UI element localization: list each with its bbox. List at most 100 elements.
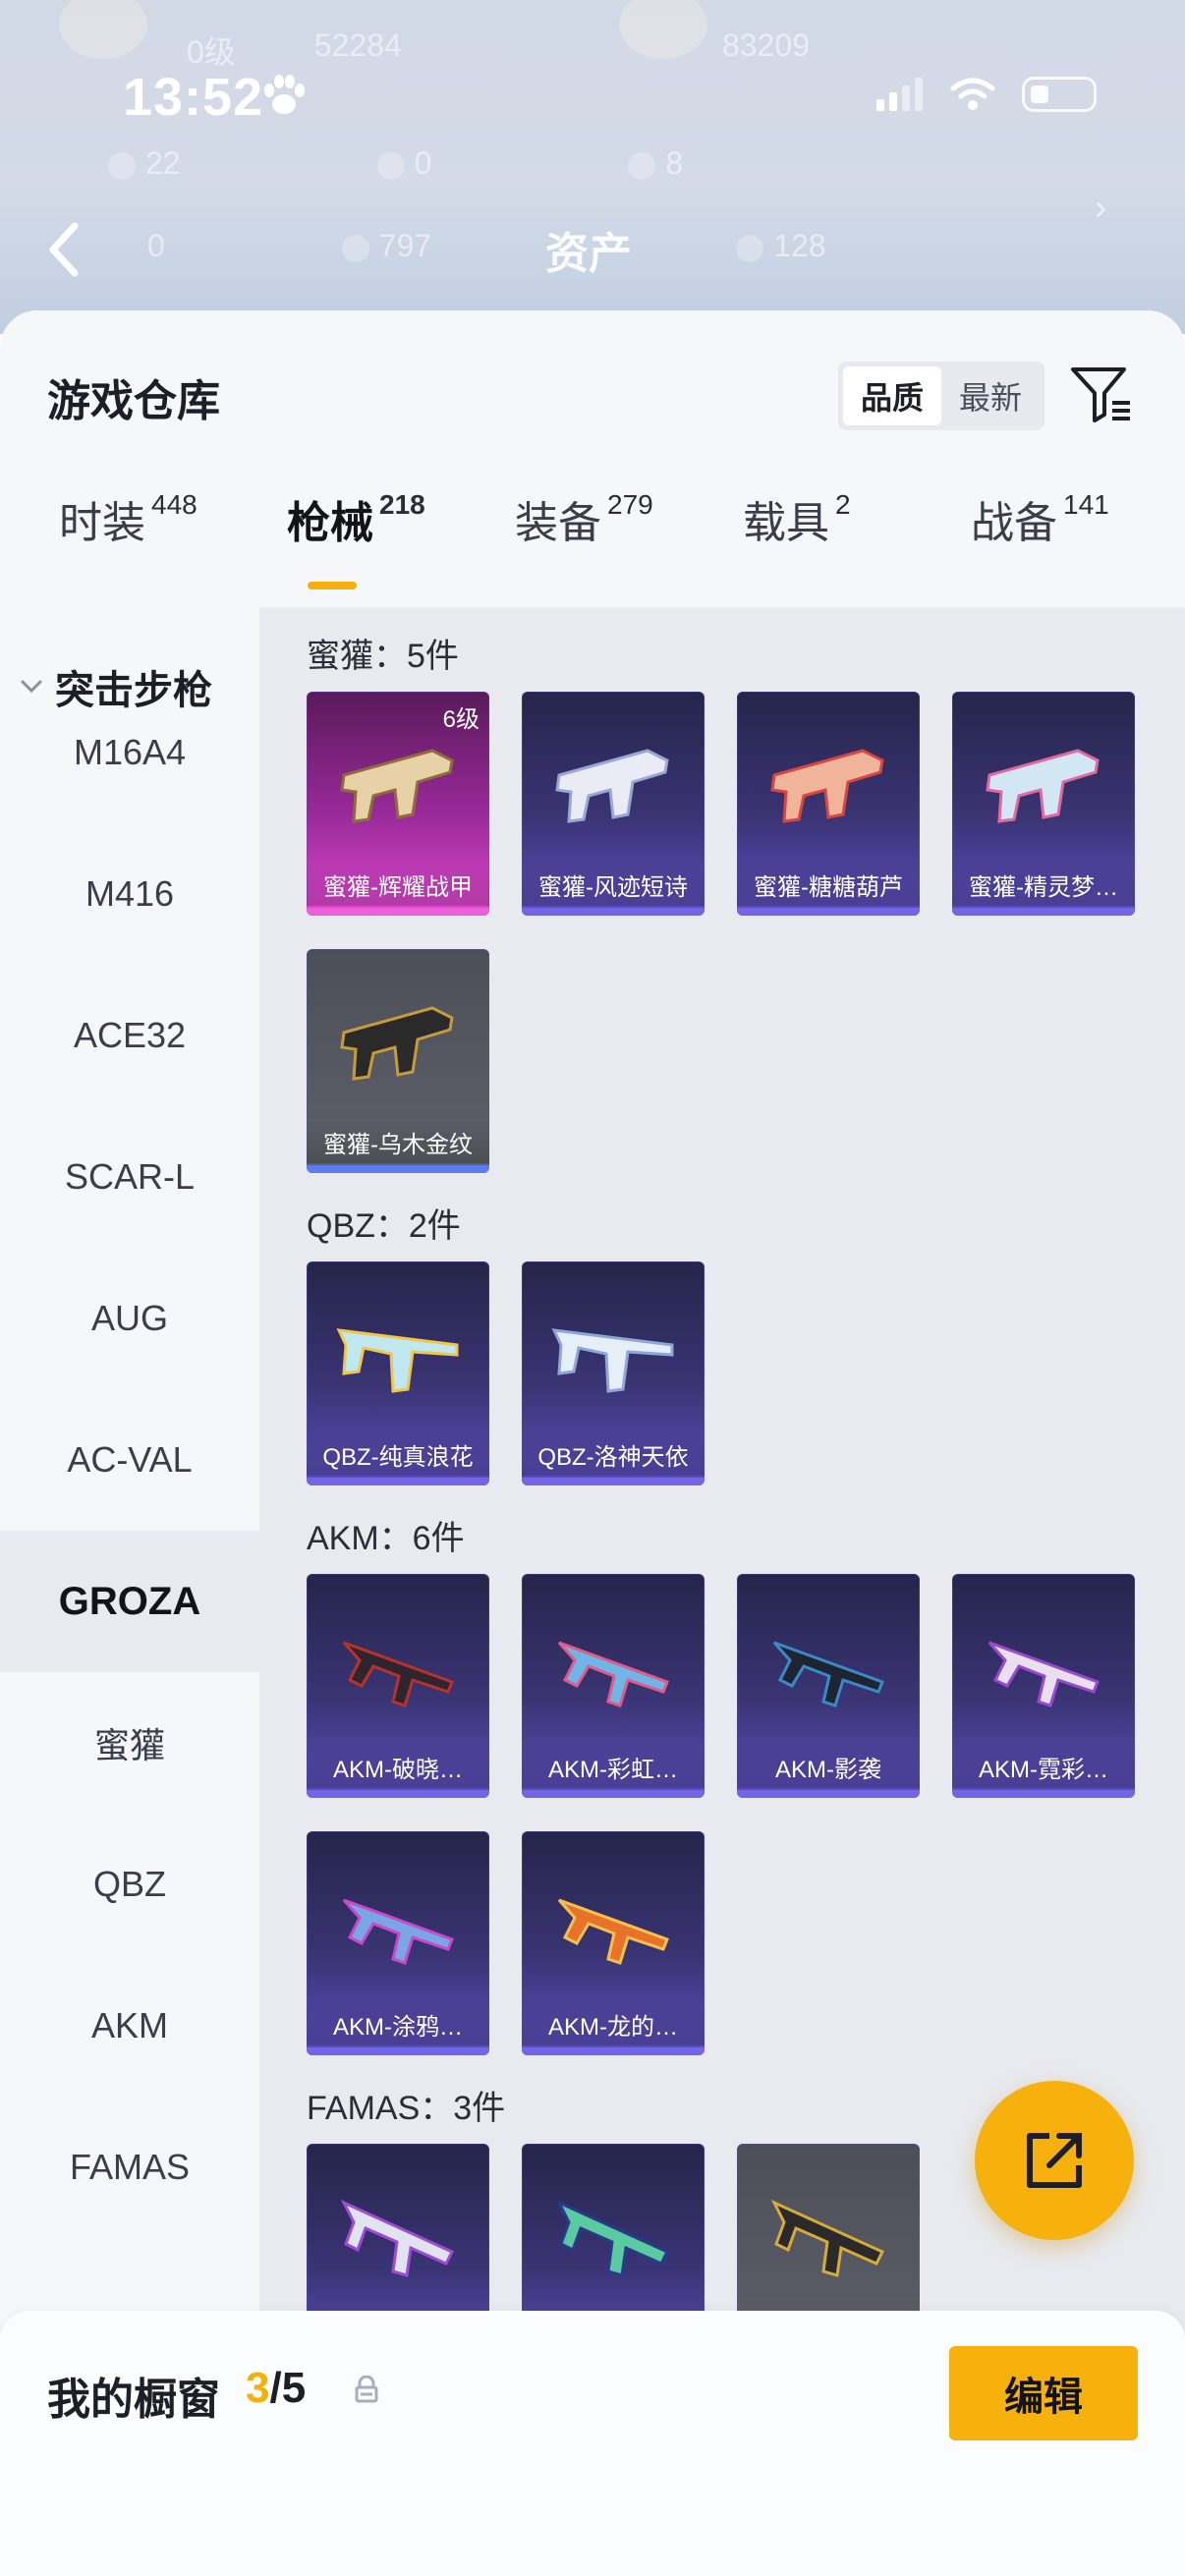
showcase-total: /5 (269, 2364, 307, 2412)
tab-label: 战备 (971, 499, 1057, 547)
skin-card[interactable]: QBZ-纯真浪花 (307, 1261, 489, 1485)
tab-weapons[interactable]: 枪械 218 (287, 487, 425, 550)
showcase-label: 我的橱窗 (47, 2376, 220, 2424)
gun-icon (551, 1328, 674, 1393)
gun-icon (340, 1006, 454, 1081)
sidebar-item-ac-val[interactable]: AC-VAL (0, 1389, 259, 1531)
tab-equipment[interactable]: 装备 279 (515, 487, 653, 550)
tab-count: 279 (607, 489, 653, 521)
sidebar-item-m416[interactable]: M416 (0, 823, 259, 965)
skin-name: 蜜獾-精灵梦… (952, 863, 1135, 906)
warehouse-sheet: 游戏仓库 品质 最新 时装 448 枪械 218 装备 279 载具 2 战备 141 突… (0, 310, 1185, 2576)
gun-icon (555, 749, 669, 823)
chevron-right-icon: › (1095, 187, 1106, 227)
sidebar-item-akm[interactable]: AKM (0, 1955, 259, 2097)
gun-icon (342, 1641, 454, 1708)
tab-label: 载具 (743, 499, 829, 547)
sort-toggle: 品质 最新 (838, 362, 1044, 430)
skin-card[interactable]: QBZ-洛神天依 (522, 1261, 705, 1485)
skin-card[interactable]: 蜜獾-风迹短诗 (522, 692, 705, 916)
section-title: AKM：6件 (307, 1520, 465, 1557)
section-title: 蜜獾：5件 (307, 638, 459, 675)
showcase-current: 3 (246, 2364, 270, 2412)
tab-count: 218 (379, 489, 425, 521)
skin-name: AKM-涂鸦… (307, 2002, 489, 2045)
sidebar-item-scar-l[interactable]: SCAR-L (0, 1106, 259, 1248)
sort-newest-button[interactable]: 最新 (941, 366, 1040, 425)
tab-vehicles[interactable]: 载具 2 (743, 487, 851, 550)
showcase-bar: 我的橱窗 3/5 编辑 (0, 2311, 1185, 2576)
lock-icon (355, 2376, 378, 2403)
share-icon (1027, 2133, 1082, 2188)
edit-button[interactable]: 编辑 (949, 2346, 1138, 2440)
skin-card[interactable]: AKM-影袭 (737, 1574, 920, 1798)
section-title: QBZ：2件 (307, 1207, 461, 1245)
skin-card[interactable]: AKM-霓彩… (952, 1574, 1135, 1798)
skin-card[interactable]: 6级 蜜獾-辉耀战甲 (307, 692, 489, 916)
sidebar-item-m16a4[interactable]: M16A4 (0, 682, 259, 823)
skin-card[interactable]: AKM-彩虹… (522, 1574, 705, 1798)
tab-count: 2 (835, 489, 851, 521)
tab-combat-gear[interactable]: 战备 141 (971, 487, 1109, 550)
gun-icon (336, 1328, 459, 1393)
signal-icon (876, 78, 923, 111)
tab-label: 时装 (59, 499, 145, 547)
sidebar-item-honey-badger[interactable]: 蜜獾 (0, 1672, 259, 1814)
category-tabs: 时装 448 枪械 218 装备 279 载具 2 战备 141 (0, 487, 1185, 576)
gun-icon (988, 1641, 1100, 1708)
skin-card[interactable]: 蜜獾-精灵梦… (952, 692, 1135, 916)
gun-icon (555, 2199, 670, 2277)
paw-icon (264, 75, 305, 114)
sidebar-item-aug[interactable]: AUG (0, 1248, 259, 1389)
skin-card[interactable]: AKM-龙的… (522, 1831, 705, 2055)
filter-icon[interactable] (1067, 360, 1136, 428)
status-time: 13:52 (123, 68, 264, 127)
sidebar-item-groza[interactable]: GROZA (0, 1531, 259, 1672)
skin-card[interactable]: 蜜獾-糖糖葫芦 (737, 692, 920, 916)
gun-icon (986, 749, 1100, 823)
tab-label: 枪械 (287, 499, 373, 547)
status-icons (876, 77, 1097, 112)
gun-icon (770, 2199, 885, 2277)
section-title: FAMAS：3件 (307, 2090, 506, 2127)
sidebar-item-qbz[interactable]: QBZ (0, 1814, 259, 1955)
showcase-count: 3/5 (246, 2364, 306, 2413)
gun-icon (772, 1641, 884, 1708)
skin-name: QBZ-纯真浪花 (307, 1432, 489, 1476)
skin-card[interactable]: 蜜獾-乌木金纹 (307, 949, 489, 1173)
skin-name: AKM-霓彩… (952, 1745, 1135, 1788)
skin-name: 蜜獾-风迹短诗 (522, 863, 705, 906)
skin-name: 蜜獾-辉耀战甲 (307, 863, 489, 906)
gun-icon (342, 1898, 454, 1965)
skin-grid: 蜜獾：5件 6级 蜜獾-辉耀战甲 蜜獾-风迹短诗 蜜獾-糖糖葫芦 蜜獾-精灵梦…… (259, 607, 1185, 2576)
tab-count: 141 (1063, 489, 1109, 521)
page-title: 资产 (545, 230, 632, 278)
gun-icon (770, 749, 884, 823)
skin-name: AKM-影袭 (737, 1745, 920, 1788)
sidebar-item-ace32[interactable]: ACE32 (0, 965, 259, 1106)
skin-name: QBZ-洛神天依 (522, 1432, 705, 1476)
gun-icon (340, 749, 454, 823)
sheet-title: 游戏仓库 (47, 377, 220, 425)
share-button[interactable] (975, 2081, 1134, 2240)
tab-fashion[interactable]: 时装 448 (59, 487, 198, 550)
skin-name: AKM-破晓… (307, 1745, 489, 1788)
dim-overlay (0, 0, 1185, 334)
active-tab-indicator (308, 582, 357, 589)
skin-name: AKM-彩虹… (522, 1745, 705, 1788)
skin-card[interactable]: AKM-破晓… (307, 1574, 489, 1798)
tab-label: 装备 (515, 499, 601, 547)
back-arrow-icon[interactable] (45, 220, 85, 279)
wifi-icon (950, 78, 995, 110)
skin-name: AKM-龙的… (522, 2002, 705, 2045)
sidebar-item-famas[interactable]: FAMAS (0, 2097, 259, 2238)
gun-icon (557, 1641, 669, 1708)
weapon-sidebar: 突击步枪 M16A4 M416 ACE32 SCAR-L AUG AC-VAL … (0, 607, 259, 2576)
battery-icon (1022, 77, 1097, 112)
background-header: 0级 52284 83209 22 0 8 0 797 128 资产 › 13:… (0, 0, 1185, 334)
gun-icon (557, 1898, 669, 1965)
sort-quality-button[interactable]: 品质 (843, 366, 941, 425)
gun-icon (340, 2199, 455, 2277)
skin-card[interactable]: AKM-涂鸦… (307, 1831, 489, 2055)
tab-count: 448 (151, 489, 198, 521)
